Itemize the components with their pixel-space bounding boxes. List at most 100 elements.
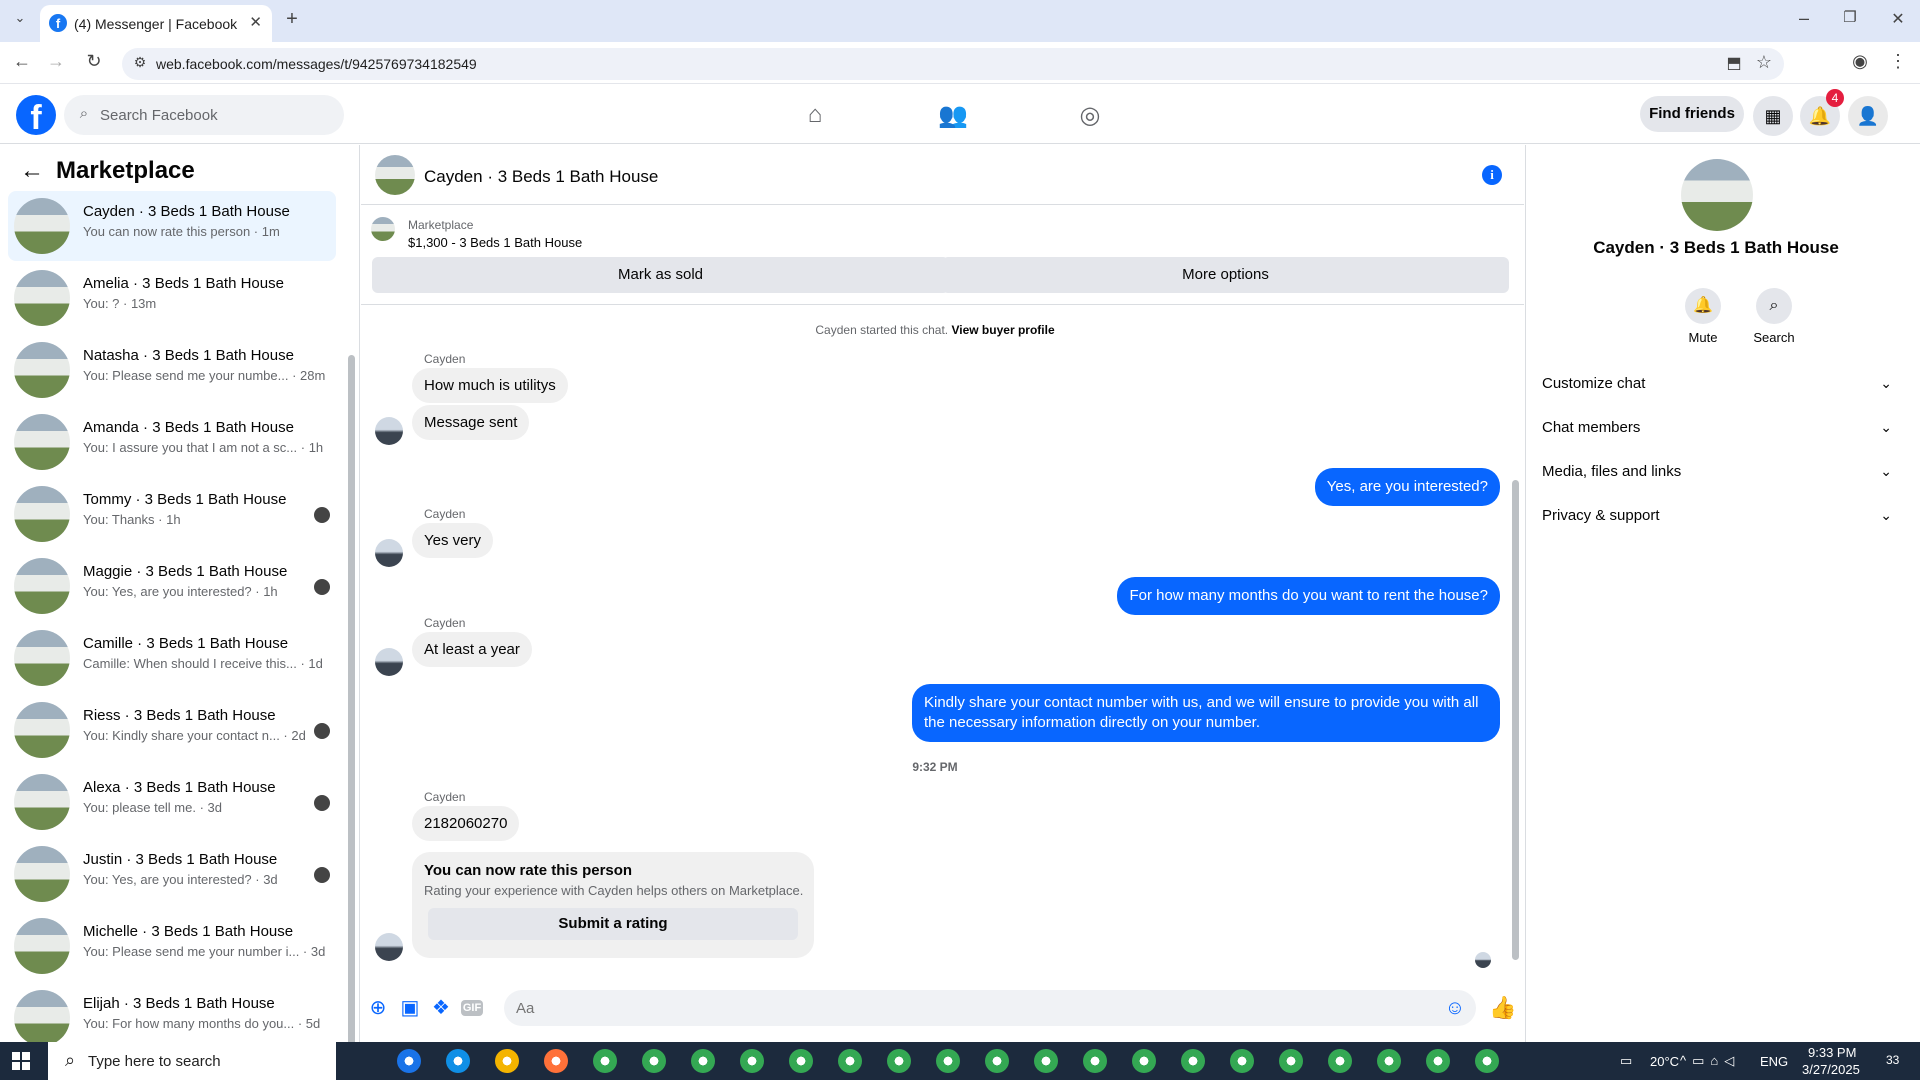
browser-tab[interactable]: f (4) Messenger | Facebook ✕ <box>40 5 272 42</box>
clock-time[interactable]: 9:33 PM <box>1808 1045 1856 1060</box>
minimize-icon[interactable]: – <box>1792 8 1816 29</box>
find-friends-button[interactable]: Find friends <box>1640 96 1744 132</box>
taskbar-app-icon[interactable] <box>1328 1049 1352 1073</box>
taskbar-app-icon[interactable] <box>397 1049 421 1073</box>
clock-date[interactable]: 3/27/2025 <box>1802 1062 1860 1077</box>
taskbar-app-icon[interactable] <box>1132 1049 1156 1073</box>
conversation-item[interactable]: Riess · 3 Beds 1 Bath House You: Kindly s… <box>8 695 336 765</box>
conversation-item[interactable]: Natasha · 3 Beds 1 Bath House You: Please… <box>8 335 336 405</box>
sticker-icon[interactable]: ❖ <box>430 997 452 1019</box>
chat-avatar[interactable] <box>375 155 415 195</box>
submit-rating-button[interactable]: Submit a rating <box>428 908 798 940</box>
conversation-item[interactable]: Camille · 3 Beds 1 Bath House Camille: Wh… <box>8 623 336 693</box>
close-tab-icon[interactable]: ✕ <box>249 13 262 31</box>
chat-title[interactable]: Cayden · 3 Beds 1 Bath House <box>424 167 658 187</box>
facebook-logo-icon[interactable]: f <box>16 95 56 135</box>
chat-scrollbar[interactable] <box>1512 480 1519 960</box>
conversation-item[interactable]: Amanda · 3 Beds 1 Bath House You: I assur… <box>8 407 336 477</box>
taskbar-app-icon[interactable] <box>1230 1049 1254 1073</box>
address-bar[interactable]: ⚙ web.facebook.com/messages/t/9425769734… <box>122 48 1784 80</box>
taskbar-app-icon[interactable] <box>936 1049 960 1073</box>
thumbs-up-icon[interactable]: 👍 <box>1489 997 1516 1019</box>
attach-photo-icon[interactable]: ▣ <box>399 997 421 1019</box>
profile-icon[interactable]: ◉ <box>1848 51 1872 72</box>
taskbar-app-icon[interactable] <box>1377 1049 1401 1073</box>
taskbar-app-icon[interactable] <box>740 1049 764 1073</box>
taskbar-search[interactable]: ⌕ Type here to search <box>48 1042 336 1080</box>
tray-icons[interactable]: ^▭⌂◁ <box>1680 1053 1740 1069</box>
conversation-item[interactable]: Amelia · 3 Beds 1 Bath House You: ? · 13m <box>8 263 336 333</box>
conversation-item[interactable]: Michelle · 3 Beds 1 Bath House You: Pleas… <box>8 911 336 981</box>
sender-avatar[interactable] <box>375 539 403 567</box>
new-tab-icon[interactable]: + <box>280 8 304 31</box>
conversation-item[interactable]: Tommy · 3 Beds 1 Bath House You: Thanks ·… <box>8 479 336 549</box>
section-privacy-support[interactable]: Privacy & support ⌄ <box>1542 507 1892 524</box>
mute-button[interactable]: 🔔 Mute <box>1673 288 1733 345</box>
weather-text[interactable]: 20°C <box>1650 1054 1679 1069</box>
section-media-files-links[interactable]: Media, files and links ⌄ <box>1542 463 1892 480</box>
bookmark-star-icon[interactable]: ☆ <box>1752 52 1776 73</box>
conversation-item[interactable]: Cayden · 3 Beds 1 Bath House You can now … <box>8 191 336 261</box>
reload-icon[interactable]: ↻ <box>82 51 106 72</box>
more-options-button[interactable]: More options <box>942 257 1509 293</box>
taskbar-app-icon[interactable] <box>1475 1049 1499 1073</box>
sender-avatar[interactable] <box>375 648 403 676</box>
close-window-icon[interactable]: ✕ <box>1886 9 1910 29</box>
sidebar-scrollbar[interactable] <box>348 355 355 1042</box>
info-icon[interactable]: i <box>1482 165 1502 185</box>
emoji-icon[interactable]: ☺ <box>1444 997 1466 1019</box>
message-input-box[interactable]: ☺ <box>504 990 1476 1026</box>
taskbar-app-icon[interactable] <box>446 1049 470 1073</box>
taskbar-app-icon[interactable] <box>838 1049 862 1073</box>
taskbar-app-icon[interactable] <box>1181 1049 1205 1073</box>
back-icon[interactable]: ← <box>10 51 34 72</box>
view-buyer-profile-link[interactable]: View buyer profile <box>951 323 1054 337</box>
search-in-chat-button[interactable]: ⌕ Search <box>1744 288 1804 345</box>
taskbar-app-icon[interactable] <box>495 1049 519 1073</box>
home-icon[interactable]: ⌂ <box>800 101 830 131</box>
listing-thumbnail[interactable] <box>371 217 395 241</box>
menu-grid-icon[interactable]: ▦ <box>1753 96 1793 136</box>
incoming-message: Yes very <box>412 523 493 558</box>
taskbar-app-icon[interactable] <box>544 1049 568 1073</box>
taskbar-app-icon[interactable] <box>691 1049 715 1073</box>
site-info-icon[interactable]: ⚙ <box>128 54 152 71</box>
message-input[interactable] <box>516 997 1416 1019</box>
section-customize-chat[interactable]: Customize chat ⌄ <box>1542 375 1892 392</box>
listing-title[interactable]: $1,300 - 3 Beds 1 Bath House <box>408 235 582 250</box>
install-app-icon[interactable]: ⬒ <box>1722 53 1746 73</box>
conversation-item[interactable]: Elijah · 3 Beds 1 Bath House You: For how… <box>8 983 336 1042</box>
conversation-item[interactable]: Maggie · 3 Beds 1 Bath House You: Yes, ar… <box>8 551 336 621</box>
taskbar-app-icon[interactable] <box>593 1049 617 1073</box>
back-arrow-icon[interactable]: ← <box>20 157 44 185</box>
section-chat-members[interactable]: Chat members ⌄ <box>1542 419 1892 436</box>
taskbar-app-icon[interactable] <box>1426 1049 1450 1073</box>
sender-avatar[interactable] <box>375 933 403 961</box>
taskbar-app-icon[interactable] <box>985 1049 1009 1073</box>
mark-as-sold-button[interactable]: Mark as sold <box>372 257 949 293</box>
groups-icon[interactable]: ◎ <box>1075 101 1105 131</box>
restore-icon[interactable]: ❐ <box>1838 8 1862 26</box>
gif-icon[interactable]: GIF <box>461 1000 483 1016</box>
friends-icon[interactable]: 👥 <box>938 101 968 131</box>
taskbar-app-icon[interactable] <box>789 1049 813 1073</box>
sender-avatar[interactable] <box>375 417 403 445</box>
more-actions-plus-icon[interactable]: ⊕ <box>367 997 389 1019</box>
taskbar-app-icon[interactable] <box>642 1049 666 1073</box>
taskbar-app-icon[interactable] <box>1279 1049 1303 1073</box>
taskbar-app-icon[interactable] <box>887 1049 911 1073</box>
facebook-search[interactable]: ⌕ Search Facebook <box>64 95 344 135</box>
notification-center-badge[interactable]: 33 <box>1886 1053 1899 1067</box>
taskbar-app-icon[interactable] <box>1083 1049 1107 1073</box>
browser-menu-icon[interactable]: ⋮ <box>1886 51 1910 72</box>
conversation-item[interactable]: Alexa · 3 Beds 1 Bath House You: please t… <box>8 767 336 837</box>
forward-icon[interactable]: → <box>44 51 68 72</box>
tab-list-icon[interactable]: ⌄ <box>8 10 32 26</box>
account-avatar[interactable]: 👤 <box>1848 96 1888 136</box>
details-avatar[interactable] <box>1681 159 1753 231</box>
conversation-item[interactable]: Justin · 3 Beds 1 Bath House You: Yes, ar… <box>8 839 336 909</box>
windows-start-icon[interactable] <box>12 1052 30 1070</box>
taskbar-app-icon[interactable] <box>1034 1049 1058 1073</box>
language-indicator[interactable]: ENG <box>1760 1054 1788 1069</box>
weather-icon[interactable]: ▭ <box>1620 1053 1632 1069</box>
